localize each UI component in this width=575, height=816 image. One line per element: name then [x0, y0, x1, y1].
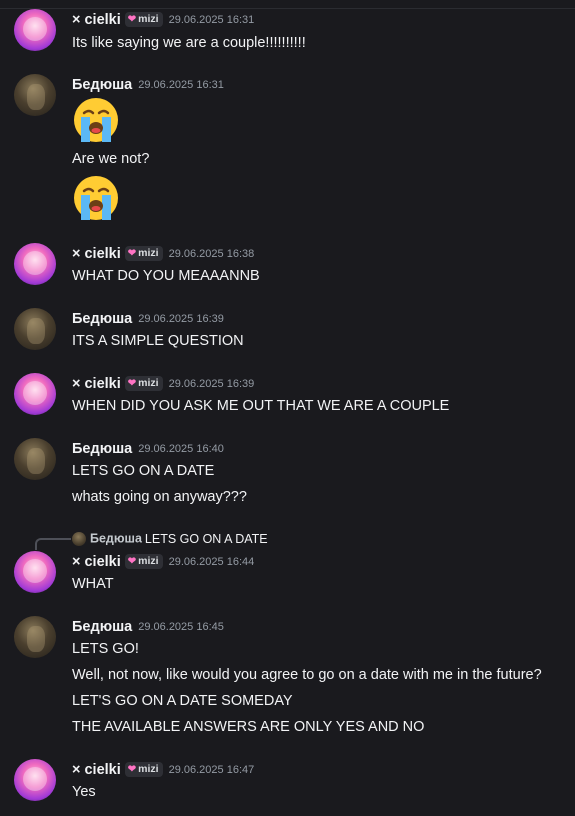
- message-header: × cielki ❤ mizi 29.06.2025 16:38: [72, 245, 254, 263]
- reply-preview[interactable]: Бедюша LETS GO ON A DATE: [72, 530, 268, 546]
- timestamp: 29.06.2025 16:39: [168, 377, 255, 390]
- avatar[interactable]: [14, 373, 56, 415]
- author-name[interactable]: × cielki: [72, 554, 121, 570]
- author-name[interactable]: × cielki: [72, 246, 121, 262]
- avatar-image: [27, 626, 45, 652]
- user-tag[interactable]: ❤ mizi: [124, 554, 163, 570]
- avatar-image: [23, 767, 47, 791]
- avatar[interactable]: [14, 616, 56, 658]
- author-name[interactable]: × cielki: [72, 12, 121, 28]
- loudly-crying-face-icon[interactable]: [72, 96, 120, 144]
- timestamp: 29.06.2025 16:38: [168, 247, 255, 260]
- message-text: THE AVAILABLE ANSWERS ARE ONLY YES AND N…: [72, 719, 425, 735]
- message-text: WHAT DO YOU MEAAANNB: [72, 268, 260, 284]
- avatar-image: [27, 318, 45, 344]
- timestamp: 29.06.2025 16:39: [138, 312, 224, 325]
- heart-icon: ❤: [127, 248, 137, 260]
- message-text: Well, not now, like would you agree to g…: [72, 667, 542, 683]
- avatar-image: [23, 251, 47, 275]
- message-text: LET'S GO ON A DATE SOMEDAY: [72, 693, 293, 709]
- avatar[interactable]: [14, 243, 56, 285]
- user-tag[interactable]: ❤ mizi: [124, 376, 163, 392]
- avatar[interactable]: [14, 551, 56, 593]
- message-text: Yes: [72, 784, 96, 800]
- message-header: × cielki ❤ mizi 29.06.2025 16:47: [72, 761, 254, 779]
- tag-label: mizi: [138, 555, 159, 568]
- timestamp: 29.06.2025 16:31: [138, 78, 224, 91]
- message-header: Бедюша 29.06.2025 16:40: [72, 440, 224, 458]
- avatar-image: [27, 84, 45, 110]
- message-text: WHAT: [72, 576, 114, 592]
- message-header: Бедюша 29.06.2025 16:39: [72, 310, 224, 328]
- heart-icon: ❤: [127, 14, 137, 26]
- user-tag[interactable]: ❤ mizi: [124, 246, 163, 262]
- avatar[interactable]: [14, 438, 56, 480]
- heart-icon: ❤: [127, 378, 137, 390]
- author-name[interactable]: × cielki: [72, 376, 121, 392]
- author-name[interactable]: Бедюша: [72, 619, 132, 635]
- avatar-image: [23, 17, 47, 41]
- message-header: × cielki ❤ mizi 29.06.2025 16:31: [72, 11, 254, 29]
- message-text: whats going on anyway???: [72, 489, 247, 505]
- user-tag[interactable]: ❤ mizi: [124, 12, 163, 28]
- user-tag[interactable]: ❤ mizi: [124, 762, 163, 778]
- avatar-image: [27, 448, 45, 474]
- message-header: Бедюша 29.06.2025 16:45: [72, 618, 224, 636]
- timestamp: 29.06.2025 16:45: [138, 620, 224, 633]
- message-text: LETS GO!: [72, 641, 139, 657]
- avatar[interactable]: [14, 9, 56, 51]
- timestamp: 29.06.2025 16:40: [138, 442, 224, 455]
- author-name[interactable]: Бедюша: [72, 441, 132, 457]
- chat-log: × cielki ❤ mizi 29.06.2025 16:31 Its like s…: [0, 0, 575, 816]
- avatar-image: [23, 559, 47, 583]
- timestamp: 29.06.2025 16:44: [168, 555, 255, 568]
- message-text: LETS GO ON A DATE: [72, 463, 215, 479]
- tag-label: mizi: [138, 247, 159, 260]
- message-header: Бедюша 29.06.2025 16:31: [72, 76, 224, 94]
- message-header: × cielki ❤ mizi 29.06.2025 16:44: [72, 553, 254, 571]
- reply-avatar: [72, 531, 86, 546]
- author-name[interactable]: Бедюша: [72, 77, 132, 93]
- reply-text: LETS GO ON A DATE: [144, 531, 268, 546]
- reply-author: Бедюша: [90, 531, 142, 546]
- message-text: WHEN DID YOU ASK ME OUT THAT WE ARE A CO…: [72, 398, 450, 414]
- heart-icon: ❤: [127, 556, 137, 568]
- tag-label: mizi: [138, 13, 159, 26]
- message-text: ITS A SIMPLE QUESTION: [72, 333, 244, 349]
- avatar[interactable]: [14, 74, 56, 116]
- reply-spine: [35, 538, 71, 550]
- heart-icon: ❤: [127, 764, 137, 776]
- timestamp: 29.06.2025 16:31: [168, 13, 255, 26]
- avatar-image: [23, 381, 47, 405]
- message-text: Its like saying we are a couple!!!!!!!!!…: [72, 35, 306, 51]
- avatar[interactable]: [14, 759, 56, 801]
- author-name[interactable]: Бедюша: [72, 311, 132, 327]
- message-text: Are we not?: [72, 151, 150, 167]
- tag-label: mizi: [138, 377, 159, 390]
- timestamp: 29.06.2025 16:47: [168, 763, 255, 776]
- loudly-crying-face-icon[interactable]: [72, 174, 120, 222]
- message-header: × cielki ❤ mizi 29.06.2025 16:39: [72, 375, 254, 393]
- author-name[interactable]: × cielki: [72, 762, 121, 778]
- tag-label: mizi: [138, 763, 159, 776]
- avatar[interactable]: [14, 308, 56, 350]
